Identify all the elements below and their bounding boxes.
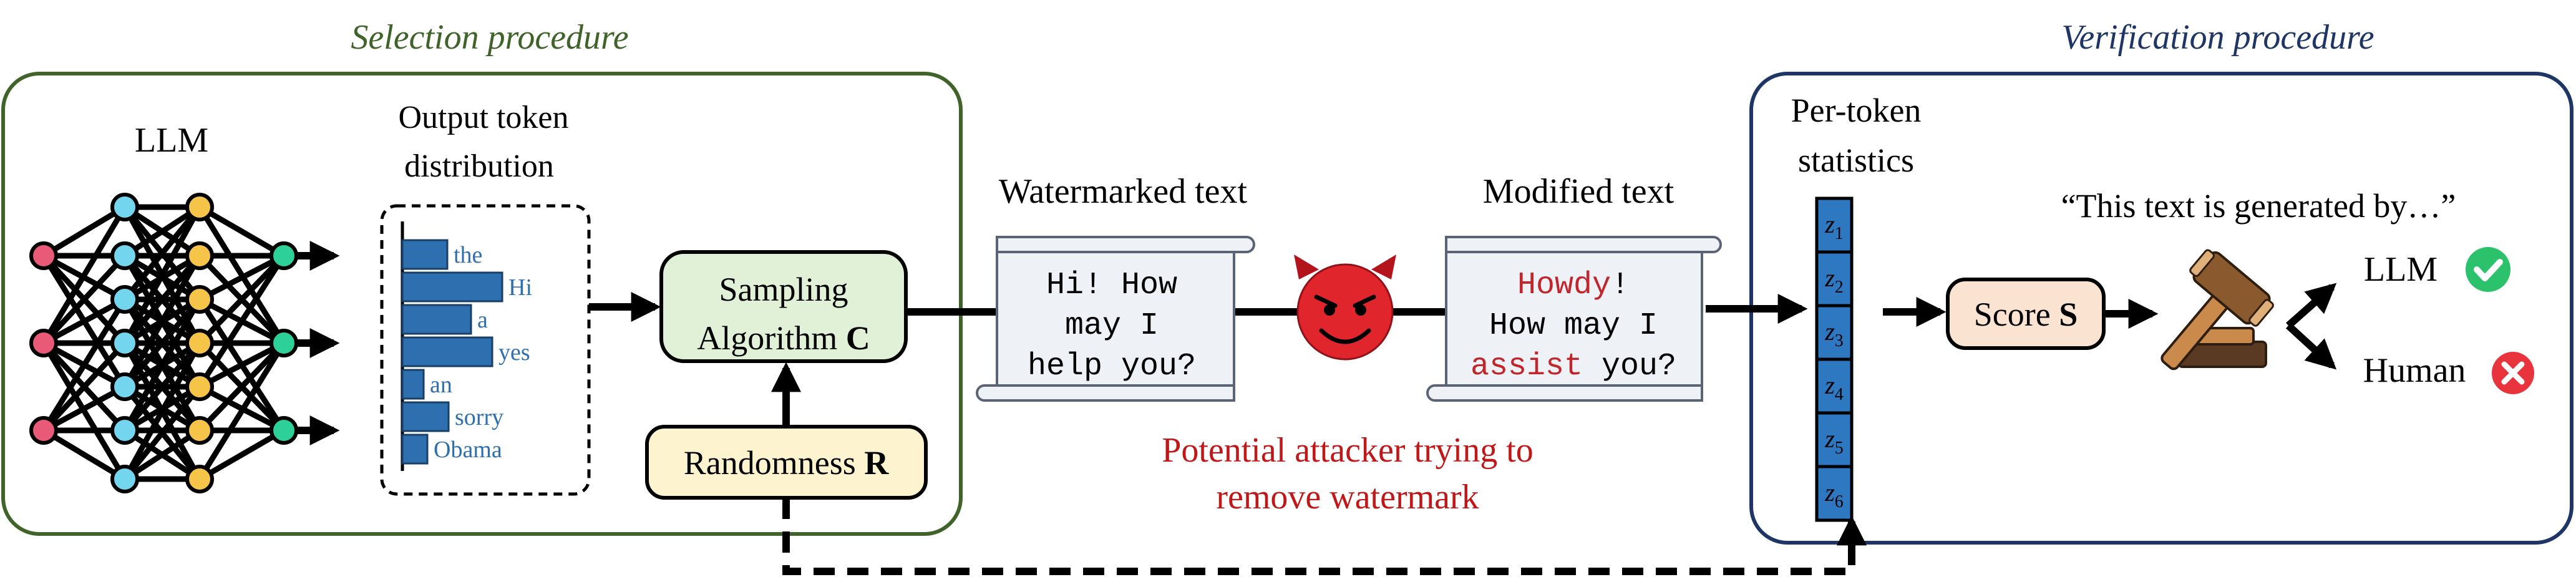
watermarked-title: Watermarked text: [999, 172, 1248, 211]
verdict-llm: LLM: [2364, 250, 2437, 289]
watermarked-line-1: Hi! How: [1046, 268, 1177, 303]
stats-label-1: Per-token: [1791, 92, 1922, 129]
nn-node: [185, 241, 214, 270]
score-label: Score S: [1974, 296, 2078, 333]
dist-bar: [401, 336, 493, 367]
randomness-label: Randomness R: [684, 444, 890, 482]
nn-node: [185, 465, 214, 493]
watermarked-line-3: help you?: [1028, 349, 1196, 384]
nn-node: [270, 416, 298, 445]
nn-node: [29, 416, 58, 445]
fork-to-human: [2285, 322, 2337, 370]
nn-node: [185, 193, 214, 221]
nn-node: [185, 329, 214, 357]
modified-line-3: assist you?: [1470, 349, 1676, 384]
sampling-label-2: Algorithm C: [697, 319, 870, 357]
nn-node: [185, 285, 214, 314]
nn-node: [185, 416, 214, 445]
watermark-diagram: Selection procedure Verification procedu…: [1, 18, 2574, 575]
nn-node: [29, 329, 58, 357]
dist-token-label: Obama: [434, 437, 502, 463]
nn-node: [110, 241, 139, 270]
nn-node: [270, 329, 298, 357]
verdict-human: Human: [2363, 351, 2466, 390]
nn-node: [185, 372, 214, 401]
dist-token-label: the: [454, 242, 482, 268]
z-stack: z1z2z3z4z5z6: [1815, 196, 1854, 522]
modified-line-2: How may I: [1489, 308, 1658, 344]
stats-label-2: statistics: [1798, 142, 1914, 179]
verdict-quote: “This text is generated by…”: [2061, 187, 2456, 225]
nn-node: [110, 193, 139, 221]
dist-token-label: a: [477, 307, 488, 333]
dist-bar: [401, 434, 429, 465]
dist-bar: [401, 401, 450, 432]
dist-bar: [401, 239, 449, 270]
nn-node: [110, 285, 139, 314]
nn-node: [110, 416, 139, 445]
dist-bar: [401, 369, 425, 400]
dist-token-label: sorry: [455, 404, 503, 430]
nn-node: [29, 241, 58, 270]
nn-node: [110, 372, 139, 401]
dist-bar: [401, 304, 472, 335]
nn-node: [110, 329, 139, 357]
cross-icon: [2492, 352, 2534, 394]
nn-node: [110, 465, 139, 493]
gavel-icon: [2160, 249, 2274, 371]
check-icon: [2466, 247, 2510, 292]
fork-to-llm: [2286, 283, 2337, 329]
attacker-caption-2: remove watermark: [1216, 478, 1479, 516]
selection-title: Selection procedure: [351, 18, 628, 57]
modified-line-1: Howdy!: [1517, 268, 1630, 303]
dist-label-2: distribution: [404, 148, 554, 184]
dist-token-label: Hi: [508, 274, 532, 301]
dist-token-label: yes: [498, 339, 530, 366]
verification-title: Verification procedure: [2061, 18, 2374, 57]
nn-node: [270, 241, 298, 270]
dist-bar: [401, 271, 503, 303]
modified-title: Modified text: [1483, 172, 1674, 211]
dist-label-1: Output token: [399, 100, 569, 135]
neural-network-icon: [29, 193, 340, 493]
devil-icon: [1294, 255, 1396, 361]
distribution-chart: the Hiayes ansorry Obama: [401, 239, 532, 465]
attacker-caption-1: Potential attacker trying to: [1162, 431, 1533, 470]
sampling-label-1: Sampling: [719, 271, 848, 308]
llm-label: LLM: [135, 121, 208, 160]
watermarked-line-2: may I: [1065, 308, 1159, 344]
dist-token-label: an: [430, 372, 452, 398]
